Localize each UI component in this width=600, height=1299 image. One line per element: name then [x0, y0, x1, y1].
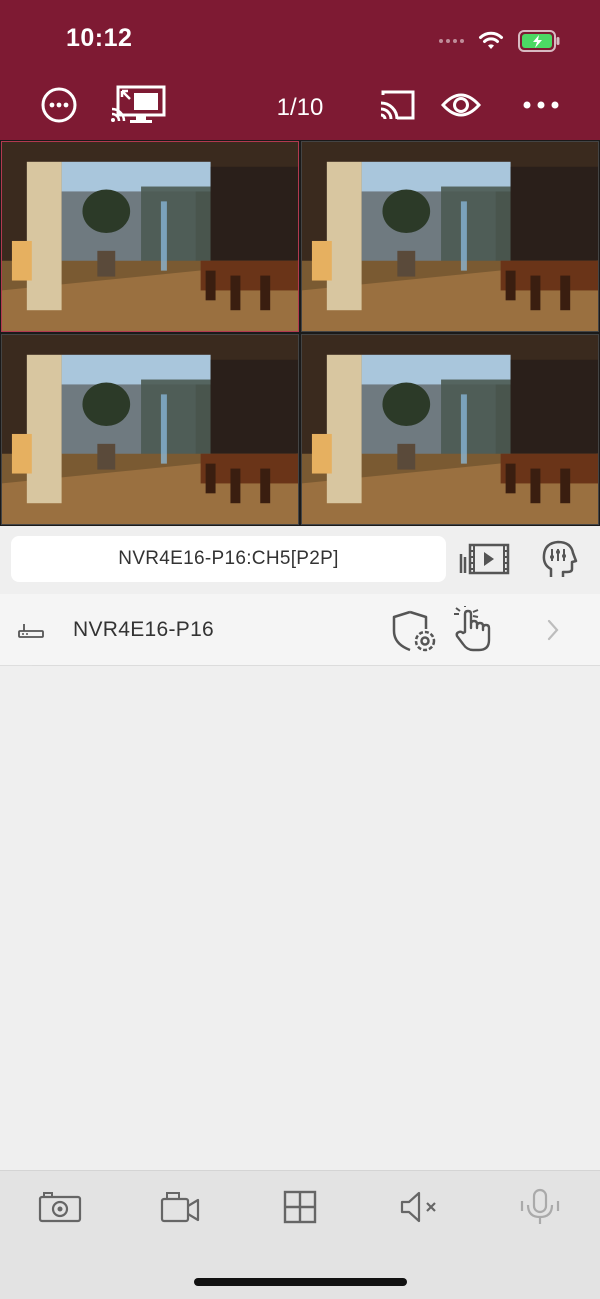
- eye-icon[interactable]: [438, 82, 484, 128]
- camera-grid: [0, 140, 600, 526]
- status-icons: [439, 28, 560, 54]
- camera-view-3[interactable]: [1, 334, 299, 525]
- record-icon[interactable]: [155, 1187, 205, 1227]
- shield-settings-icon[interactable]: [389, 608, 439, 654]
- more-icon[interactable]: [518, 82, 564, 128]
- home-indicator: [194, 1278, 407, 1286]
- talk-icon[interactable]: [515, 1187, 565, 1227]
- camera-feed-image: [2, 142, 298, 331]
- nvr-device-icon: [18, 620, 44, 640]
- snapshot-icon[interactable]: [35, 1187, 85, 1227]
- camera-feed-image: [302, 142, 598, 331]
- device-name: NVR4E16-P16: [73, 618, 215, 641]
- layout-grid-icon[interactable]: [275, 1187, 325, 1227]
- camera-view-2[interactable]: [301, 141, 599, 332]
- touch-icon[interactable]: [450, 606, 496, 654]
- wifi-icon: [479, 31, 503, 49]
- page-indicator: 1/10: [276, 94, 324, 121]
- channel-bar: NVR4E16-P16:CH5[P2P]: [0, 526, 600, 594]
- ai-head-icon[interactable]: [531, 536, 587, 582]
- cellular-signal-icon: [439, 39, 464, 43]
- camera-feed-image: [2, 335, 298, 524]
- device-list-item[interactable]: NVR4E16-P16: [0, 594, 600, 666]
- mute-icon[interactable]: [395, 1187, 445, 1227]
- row-divider: [32, 665, 600, 666]
- bottom-toolbar: [0, 1170, 600, 1299]
- status-time: 10:12: [66, 24, 133, 52]
- camera-view-1[interactable]: [1, 141, 299, 332]
- battery-icon: [518, 30, 560, 52]
- camera-view-4[interactable]: [301, 334, 599, 525]
- cast-icon[interactable]: [374, 82, 420, 128]
- chevron-right-icon[interactable]: [543, 618, 563, 642]
- current-channel-label[interactable]: NVR4E16-P16:CH5[P2P]: [11, 536, 446, 582]
- camera-feed-image: [302, 335, 598, 524]
- playback-icon[interactable]: [457, 536, 513, 582]
- header-bar: 10:12 1/10: [0, 0, 600, 140]
